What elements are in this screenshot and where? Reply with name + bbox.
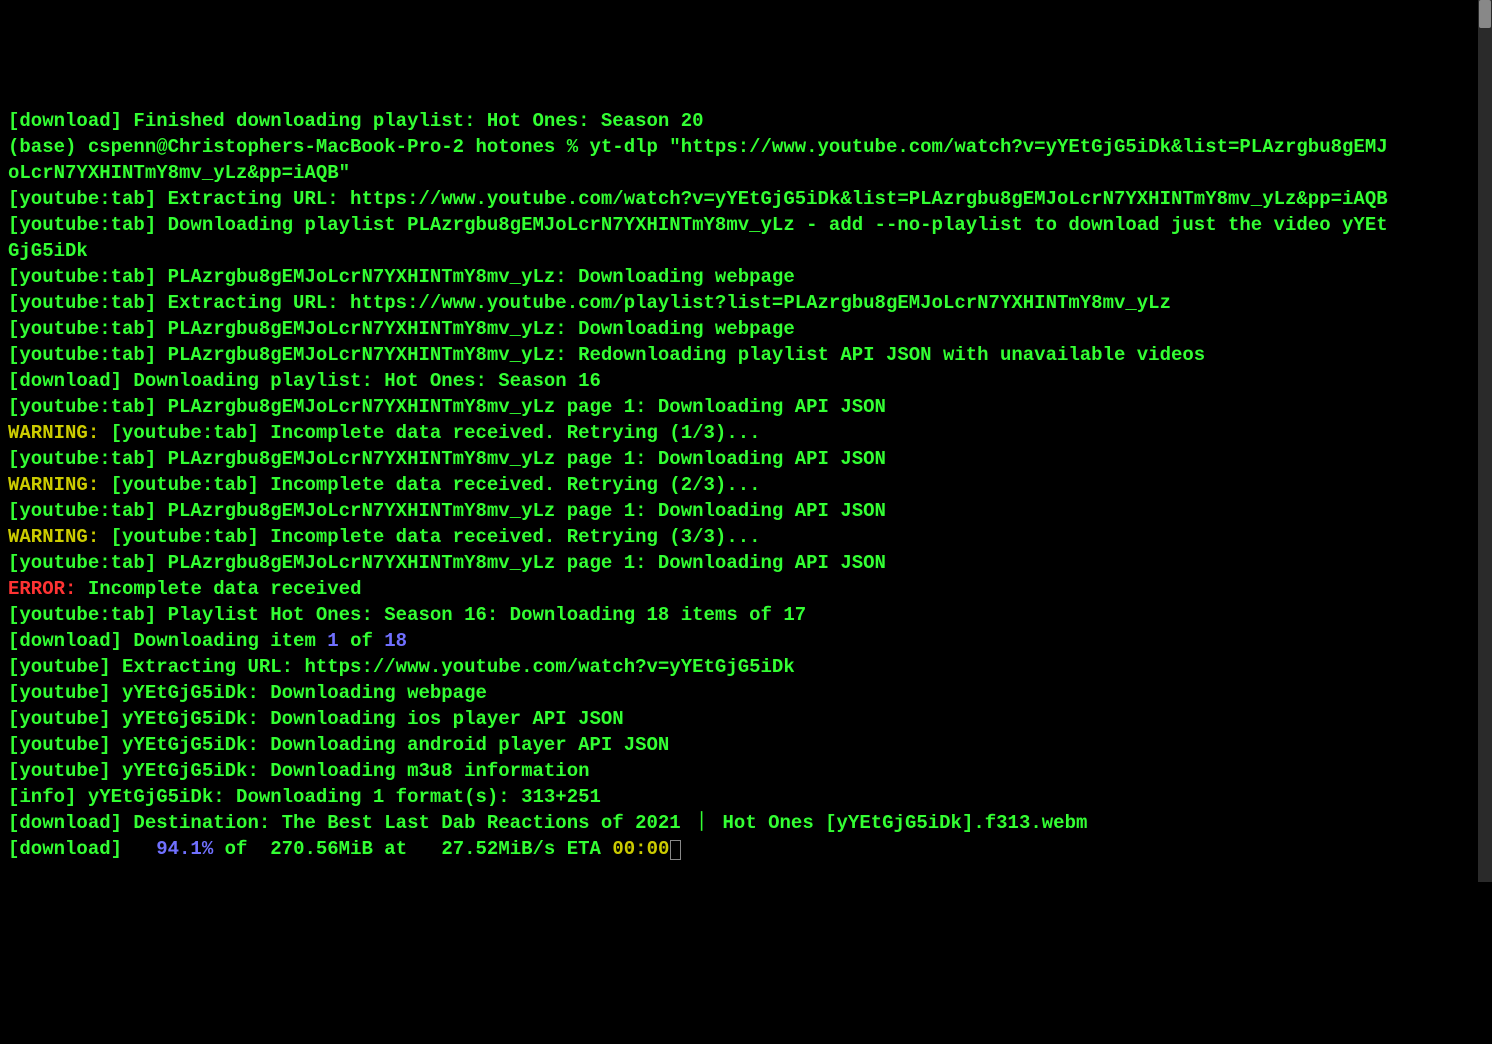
download-item-of: of (339, 630, 385, 652)
log-line-warning-label: WARNING: (8, 474, 99, 496)
log-line-youtube-tab: [youtube:tab] PLAzrgbu8gEMJoLcrN7YXHINTm… (8, 500, 886, 522)
scrollbar-thumb[interactable] (1479, 0, 1491, 28)
log-line-download: [download] Downloading playlist: Hot One… (8, 370, 601, 392)
log-line-warning-label: WARNING: (8, 422, 99, 444)
log-line-error-text: Incomplete data received (76, 578, 361, 600)
log-line-youtube: [youtube] Extracting URL: https://www.yo… (8, 656, 795, 678)
log-line-youtube-tab: [youtube:tab] Extracting URL: https://ww… (8, 188, 1388, 210)
download-progress-of: of (213, 838, 270, 860)
log-line-youtube-tab: [youtube:tab] Playlist Hot Ones: Season … (8, 604, 806, 626)
scrollbar[interactable] (1478, 0, 1492, 882)
log-line-youtube: [youtube] yYEtGjG5iDk: Downloading ios p… (8, 708, 624, 730)
download-progress-label: [download] (8, 838, 145, 860)
download-progress-speed: 27.52MiB/s (441, 838, 555, 860)
download-progress-eta-label: ETA (555, 838, 612, 860)
log-line-info: [info] yYEtGjG5iDk: Downloading 1 format… (8, 786, 601, 808)
download-progress-size: 270.56MiB (270, 838, 373, 860)
log-line-warning-text: [youtube:tab] Incomplete data received. … (99, 422, 760, 444)
download-item-current: 1 (327, 630, 338, 652)
log-line-error-label: ERROR: (8, 578, 76, 600)
download-progress-eta: 00:00 (612, 838, 669, 860)
log-line-youtube: [youtube] yYEtGjG5iDk: Downloading webpa… (8, 682, 487, 704)
log-line-youtube: [youtube] yYEtGjG5iDk: Downloading m3u8 … (8, 760, 590, 782)
download-item-total: 18 (384, 630, 407, 652)
download-progress-percent: 94.1% (145, 838, 213, 860)
log-line-warning-text: [youtube:tab] Incomplete data received. … (99, 526, 760, 548)
log-line-download: [download] Finished downloading playlist… (8, 110, 704, 132)
log-line-youtube-tab: [youtube:tab] Downloading playlist PLAzr… (8, 214, 1388, 262)
log-line-youtube-tab: [youtube:tab] PLAzrgbu8gEMJoLcrN7YXHINTm… (8, 396, 886, 418)
log-line-youtube-tab: [youtube:tab] PLAzrgbu8gEMJoLcrN7YXHINTm… (8, 344, 1205, 366)
log-line-youtube-tab: [youtube:tab] PLAzrgbu8gEMJoLcrN7YXHINTm… (8, 448, 886, 470)
log-line-youtube-tab: [youtube:tab] Extracting URL: https://ww… (8, 292, 1171, 314)
log-line-destination: [download] Destination: The Best Last Da… (8, 812, 1087, 834)
log-line-download-item: [download] Downloading item (8, 630, 327, 652)
log-line-warning-label: WARNING: (8, 526, 99, 548)
log-line-youtube-tab: [youtube:tab] PLAzrgbu8gEMJoLcrN7YXHINTm… (8, 552, 886, 574)
log-line-youtube: [youtube] yYEtGjG5iDk: Downloading andro… (8, 734, 669, 756)
log-line-warning-text: [youtube:tab] Incomplete data received. … (99, 474, 760, 496)
log-line-youtube-tab: [youtube:tab] PLAzrgbu8gEMJoLcrN7YXHINTm… (8, 318, 795, 340)
cursor-icon (670, 840, 681, 860)
log-line-youtube-tab: [youtube:tab] PLAzrgbu8gEMJoLcrN7YXHINTm… (8, 266, 795, 288)
download-progress-at: at (373, 838, 441, 860)
terminal-output[interactable]: [download] Finished downloading playlist… (8, 108, 1388, 862)
log-line-prompt-command: (base) cspenn@Christophers-MacBook-Pro-2… (8, 136, 1388, 184)
